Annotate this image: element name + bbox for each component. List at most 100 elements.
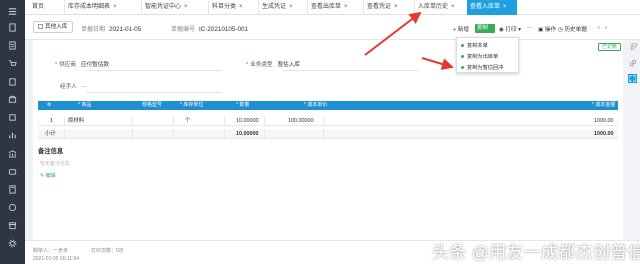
cell-divider: [132, 129, 133, 139]
operate-button[interactable]: ▣ 操作: [538, 25, 556, 33]
doc-type-icon: [38, 24, 43, 29]
remarks-placeholder: 暂无备注信息: [40, 161, 71, 167]
close-icon[interactable]: ×: [289, 4, 293, 10]
report-icon[interactable]: [6, 130, 19, 141]
date-field: 单据日期 2021-01-05: [81, 24, 141, 33]
row-index: 1: [50, 118, 53, 124]
summary-qty: 10.00000: [236, 131, 259, 137]
invoice-icon[interactable]: [6, 184, 19, 195]
settings-icon[interactable]: [6, 238, 19, 249]
tab-smart-voucher-center[interactable]: 智能凭证中心 ×: [141, 0, 188, 15]
cell-divider: [264, 116, 265, 126]
attachment-icon[interactable]: [628, 42, 637, 51]
settings-icon[interactable]: ⚙: [47, 101, 51, 110]
doc-type-label: 其他入库: [45, 24, 68, 30]
biztype-field[interactable]: * 业务类型 暂估入库: [246, 60, 300, 68]
col-amount: * 成本金额: [592, 102, 616, 108]
handler-value: ···: [81, 84, 88, 90]
col-product: * 商品: [78, 102, 92, 108]
tab-label: 科目分类: [212, 4, 237, 10]
arrow-right-icon: ›: [605, 25, 607, 31]
copy-menu: 复制本单 复制为出库单 复制为暂估回冲: [456, 37, 519, 73]
tab-view-outbound[interactable]: 查看出库单 ×: [307, 0, 348, 15]
doc-type-badge[interactable]: 其他入库: [33, 21, 74, 33]
copy-button[interactable]: 复制: [475, 24, 495, 33]
tab-generate-voucher[interactable]: 生成凭证 ×: [258, 0, 293, 15]
cell-price[interactable]: 100.00000: [288, 116, 313, 126]
supplier-label: 供应商: [59, 62, 76, 68]
cart-icon[interactable]: [6, 58, 19, 69]
handler-label: 经手人: [60, 84, 77, 90]
ledger-icon[interactable]: [6, 40, 19, 51]
table-summary-row: 小计 10.00000 1000.00: [38, 129, 618, 139]
receipt-icon[interactable]: [6, 76, 19, 87]
tab-label: 查看入库单: [470, 4, 501, 10]
handler-underline: [86, 92, 222, 93]
tab-home[interactable]: 首页: [29, 0, 44, 15]
copy-label: 复制: [477, 25, 488, 31]
menu-item-copy-as-reversal[interactable]: 复制为暂估回冲: [461, 64, 503, 71]
tax-icon[interactable]: [6, 202, 19, 213]
tab-view-inbound[interactable]: 查看入库单 ×: [467, 0, 517, 15]
history-button[interactable]: ◷ 历史单据: [558, 25, 587, 33]
box-icon[interactable]: [6, 112, 19, 123]
remarks-edit-link[interactable]: ✎ 编辑: [40, 172, 56, 179]
print-button[interactable]: ◉ 打印 ▾: [499, 25, 521, 33]
close-icon[interactable]: ×: [503, 4, 507, 10]
link-icon[interactable]: [628, 58, 637, 67]
cell-qty[interactable]: 10.00000: [236, 116, 258, 126]
biztype-value: 暂估入库: [277, 62, 300, 68]
cell-unit[interactable]: 个: [185, 116, 190, 126]
close-icon[interactable]: ×: [113, 4, 117, 10]
tab-label: 查看出库单: [311, 4, 342, 10]
summary-amount: 1000.00: [594, 131, 614, 137]
tab-account-category[interactable]: 科目分类 ×: [208, 0, 243, 15]
inventory-icon[interactable]: [6, 94, 19, 105]
table-row[interactable]: 1 原材料 个 10.00000 100.00000 1000.00: [38, 116, 618, 126]
summary-label: 小计: [45, 131, 56, 137]
next-button[interactable]: ›: [605, 25, 607, 31]
cell-divider: [224, 129, 225, 139]
remarks-title: 备注信息: [38, 148, 64, 155]
cell-divider: [173, 129, 174, 139]
more-button[interactable]: ···: [527, 25, 533, 31]
new-button[interactable]: + 新增: [453, 25, 469, 33]
tab-label: 生成凭证: [262, 4, 287, 10]
close-icon[interactable]: ×: [394, 4, 398, 10]
date-label: 单据日期: [81, 27, 106, 33]
number-field: 单据编号 IC-20210105-001: [171, 24, 248, 33]
cell-product[interactable]: 原材料: [68, 116, 84, 126]
bank-icon[interactable]: [6, 148, 19, 159]
chevron-down-icon: ▾: [516, 27, 522, 33]
col-unit: * 库存单位: [180, 102, 204, 108]
close-icon[interactable]: ×: [344, 4, 348, 10]
menu-item-copy-as-outbound[interactable]: 复制为出库单: [461, 53, 498, 60]
menu-item-copy-this[interactable]: 复制本单: [461, 42, 488, 49]
document-icon[interactable]: [6, 22, 19, 33]
prev-button[interactable]: ‹: [598, 25, 600, 31]
close-icon[interactable]: ×: [184, 4, 188, 10]
handler-field[interactable]: 经手人 ···: [60, 82, 87, 90]
cell-amount[interactable]: 1000.00: [594, 116, 614, 126]
tab-inbound-history[interactable]: 入库单历史 ×: [414, 0, 455, 15]
cell-divider: [132, 116, 133, 126]
close-icon[interactable]: ×: [239, 4, 243, 10]
tab-view-voucher[interactable]: 查看凭证 ×: [363, 0, 398, 15]
creator-field: 制单人：一步步: [33, 247, 68, 254]
right-toolbar: [625, 40, 640, 100]
tab-inventory-cost-detail[interactable]: 库存成本明细表 ×: [64, 0, 117, 15]
wallet-icon[interactable]: [6, 166, 19, 177]
creator-value: 一步步: [53, 248, 69, 254]
supplier-field[interactable]: * 供应商 应付暂估款: [55, 60, 109, 68]
archive-icon[interactable]: [6, 220, 19, 231]
biztype-underline: [283, 70, 419, 71]
close-icon[interactable]: ×: [451, 4, 455, 10]
number-value: IC-20210105-001: [199, 26, 249, 33]
menu-icon[interactable]: [6, 6, 19, 17]
expand-icon[interactable]: [628, 74, 637, 83]
required-marker: *: [55, 62, 58, 68]
print-count-field: 打印次数：0次: [91, 247, 124, 254]
cell-divider: [64, 116, 65, 126]
arrow-left-icon: ‹: [598, 25, 600, 31]
document-header: 其他入库 单据日期 2021-01-05 单据编号 IC-20210105-001 …: [25, 15, 640, 40]
